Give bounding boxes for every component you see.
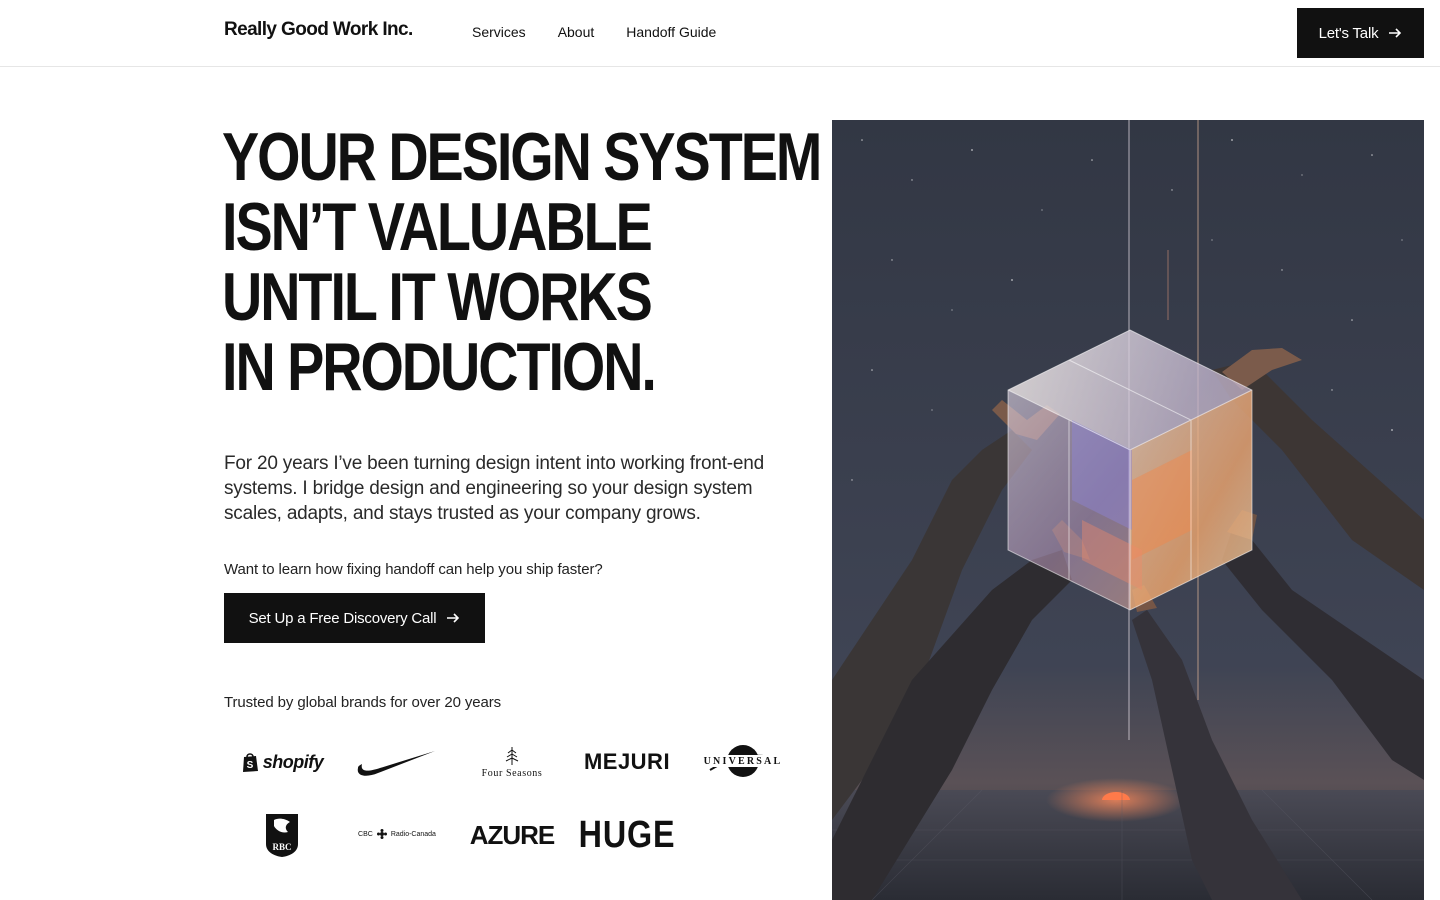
radio-canada-wordmark: Radio-Canada <box>390 830 436 838</box>
lets-talk-label: Let's Talk <box>1318 24 1379 42</box>
azure-logo: AZURE <box>469 819 556 850</box>
four-seasons-logo: Four Seasons <box>470 742 554 782</box>
svg-text:RBC: RBC <box>272 842 291 852</box>
nav-about[interactable]: About <box>558 24 595 40</box>
headline-line-3: UNTIL IT WORKS <box>222 259 653 335</box>
brand-logo[interactable]: Really Good Work Inc. <box>224 19 413 41</box>
four-seasons-tree-icon <box>505 746 519 765</box>
nav-services[interactable]: Services <box>472 24 526 40</box>
lets-talk-button[interactable]: Let's Talk <box>1297 8 1424 58</box>
headline-line-4: IN PRODUCTION. <box>222 329 657 405</box>
universal-logo: UNIVERSAL <box>700 740 786 782</box>
hero-lead: For 20 years I’ve been turning design in… <box>224 453 765 524</box>
huge-logo: HUGE <box>578 813 676 856</box>
discovery-call-label: Set Up a Free Discovery Call <box>248 609 437 627</box>
nike-swoosh-icon <box>357 751 435 776</box>
mejuri-logo: MEJURI <box>583 749 671 774</box>
hero-illustration <box>832 120 1424 900</box>
discovery-call-button[interactable]: Set Up a Free Discovery Call <box>224 593 485 643</box>
cbc-radio-canada-logo: CBC Radio-Canada <box>355 824 439 844</box>
shopify-wordmark: shopify <box>262 751 324 772</box>
trusted-label: Trusted by global brands for over 20 yea… <box>224 694 502 711</box>
rbc-shield-icon: RBC <box>266 814 298 857</box>
site-header: Really Good Work Inc. Services About Han… <box>0 0 1440 67</box>
cbc-wordmark: CBC <box>358 830 373 838</box>
cbc-gem-icon <box>376 829 387 839</box>
hero-prompt: Want to learn how fixing handoff can hel… <box>224 561 603 578</box>
four-seasons-wordmark: Four Seasons <box>481 767 543 779</box>
rbc-logo: RBC <box>258 808 306 862</box>
main-nav: Services About Handoff Guide <box>472 24 716 40</box>
shopify-bag-icon: S <box>242 753 258 772</box>
universal-wordmark: UNIVERSAL <box>703 755 783 767</box>
svg-text:S: S <box>246 760 253 771</box>
headline-line-2: ISN’T VALUABLE <box>222 189 653 265</box>
hero-headline: YOUR DESIGN SYSTEM ISN’T VALUABLE UNTIL … <box>222 119 822 405</box>
headline-line-1: YOUR DESIGN SYSTEM <box>222 119 822 195</box>
shopify-logo: S shopify <box>240 745 324 779</box>
arrow-right-icon <box>446 611 460 625</box>
glass-cube-hands-image <box>832 120 1424 900</box>
nav-handoff-guide[interactable]: Handoff Guide <box>626 24 716 40</box>
arrow-right-icon <box>1388 26 1402 40</box>
nike-logo <box>355 746 437 780</box>
